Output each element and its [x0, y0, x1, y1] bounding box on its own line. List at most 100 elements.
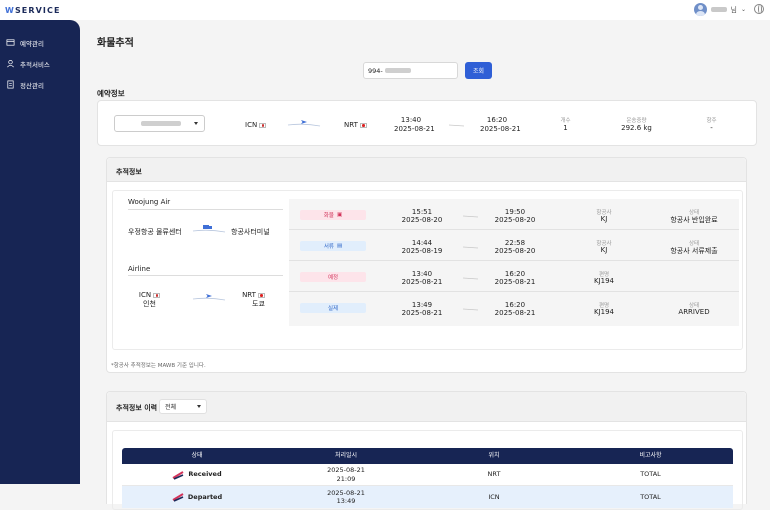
flight-value: - — [710, 124, 713, 132]
airline-to-code: NRT — [241, 291, 266, 299]
japan-flag-icon — [257, 292, 265, 298]
status-value: 항공사 반입완료 — [670, 216, 718, 224]
page-title: 화물추적 — [97, 38, 134, 49]
cargo-tag: 화물 ▣ — [300, 210, 366, 220]
tracking-section-title: 추적정보 — [116, 168, 142, 176]
korea-flag-icon — [153, 292, 161, 298]
airline-to-city: 도쿄 — [252, 300, 265, 308]
history-table-header: 상태 처리일시 위치 비고사항 — [122, 448, 733, 464]
carrier-value: KJ — [600, 246, 608, 254]
start-date: 2025-08-20 — [401, 216, 443, 224]
awb-search-input[interactable]: 994- — [363, 62, 458, 79]
tracking-inner-box: Woojung Air 우정항공 물류센터 항공사터미널 Airline ICN… — [112, 190, 743, 350]
user-suffix: 님 — [730, 5, 737, 14]
box-icon: ▣ — [336, 212, 343, 218]
history-location: NRT — [487, 470, 501, 479]
person-icon — [7, 59, 14, 68]
chevron-down-icon[interactable]: ⌄ — [741, 6, 746, 13]
tracking-status-table: 화물 ▣ 15:51 2025-08-20 19:50 2025-08-20 항공… — [289, 199, 739, 326]
booking-section-title: 예약정보 — [97, 89, 125, 98]
tracking-row: 화물 ▣ 15:51 2025-08-20 19:50 2025-08-20 항공… — [289, 199, 739, 230]
history-time: 21:09 — [336, 474, 356, 483]
sidebar: 예약관리 추적서비스 정산관리 — [0, 20, 80, 484]
folder-icon — [6, 39, 15, 46]
airline-logo-icon — [172, 493, 184, 502]
user-menu[interactable]: 님 ⌄ — [693, 3, 746, 16]
top-header: WSERVICE 님 ⌄ — [0, 0, 770, 20]
flight-value: KJ194 — [593, 277, 614, 285]
col-remark: 비고사항 — [639, 452, 662, 460]
carrier-value: KJ — [600, 215, 608, 223]
col-status: 상태 — [191, 452, 203, 460]
sidebar-item-settlement[interactable]: 정산관리 — [0, 74, 80, 95]
history-date: 2025-08-21 — [327, 466, 365, 475]
status-value: Received — [188, 470, 222, 479]
end-time: 16:20 — [504, 301, 526, 309]
chevron-down-icon — [194, 122, 198, 125]
end-time: 16:20 — [504, 270, 526, 278]
japan-flag-icon — [359, 122, 367, 128]
history-date: 2025-08-21 — [327, 488, 365, 497]
globe-icon[interactable] — [754, 4, 764, 14]
history-remark: TOTAL — [640, 470, 661, 479]
history-remark: TOTAL — [640, 492, 661, 501]
document-icon: ▤ — [336, 243, 343, 249]
redacted-booking — [141, 121, 181, 126]
arrow-right-icon — [463, 308, 479, 311]
sidebar-item-booking[interactable]: 예약관리 — [0, 32, 80, 53]
start-time: 15:51 — [411, 208, 433, 216]
col-datetime: 처리일시 — [334, 452, 358, 460]
arrow-right-icon — [449, 124, 465, 127]
tracking-panel-header — [107, 158, 746, 182]
table-row[interactable]: Received 2025-08-21 21:09 NRT TOTAL — [122, 464, 733, 486]
origin-code: ICN — [245, 121, 267, 129]
arrow-right-icon — [463, 215, 479, 218]
sidebar-item-tracking[interactable]: 추적서비스 — [0, 53, 80, 74]
history-location: ICN — [488, 492, 500, 501]
end-date: 2025-08-20 — [494, 216, 536, 224]
flight-label: 항주 — [706, 118, 717, 124]
airline-from-city: 인천 — [143, 300, 156, 308]
departure-time: 13:40 — [400, 116, 422, 124]
end-time: 22:58 — [504, 239, 526, 247]
history-time: 13:49 — [336, 497, 356, 505]
avatar[interactable] — [693, 3, 707, 16]
user-name-redacted — [710, 7, 727, 12]
document-tag: 서류 ▤ — [300, 241, 366, 251]
tracking-row: 서류 ▤ 14:44 2025-08-19 22:58 2025-08-20 항공… — [289, 230, 739, 261]
divider — [128, 209, 283, 210]
scheduled-tag: 예정 — [300, 272, 366, 282]
arrow-right-icon — [463, 246, 479, 249]
departure-date: 2025-08-21 — [394, 125, 435, 133]
airline-title: Airline — [128, 265, 151, 273]
truck-route-icon — [192, 225, 226, 233]
main-content: 화물추적 994- 조회 예약정보 ICN NRT 13:40 2025-08-… — [80, 20, 770, 510]
arrival-time: 16:20 — [486, 116, 508, 124]
woojung-title: Woojung Air — [128, 198, 171, 206]
tracking-note: *항공사 추적정보는 MAWB 기준 입니다. — [111, 363, 206, 369]
weight-value: 292.6 kg — [621, 124, 652, 132]
table-row[interactable]: Departed 2025-08-21 13:49 ICN TOTAL — [122, 486, 733, 508]
redacted-number — [384, 68, 411, 73]
arrow-right-icon — [463, 277, 479, 280]
logo[interactable]: WSERVICE — [5, 6, 61, 15]
status-value: Departed — [187, 492, 223, 501]
col-location: 위치 — [488, 452, 500, 460]
start-date: 2025-08-21 — [401, 309, 443, 317]
tracking-row: 예정 13:40 2025-08-21 16:20 2025-08-21 편명 … — [289, 261, 739, 292]
sidebar-item-label: 정산관리 — [20, 81, 44, 90]
history-filter-select[interactable]: 전체 — [159, 399, 207, 414]
count-label: 개수 — [560, 118, 571, 124]
status-value: ARRIVED — [678, 308, 710, 316]
sidebar-item-label: 예약관리 — [20, 39, 44, 48]
chevron-down-icon — [197, 405, 201, 408]
start-time: 13:49 — [411, 301, 433, 309]
status-value: 항공사 서류제출 — [670, 247, 718, 255]
plane-route-icon — [192, 294, 226, 301]
booking-select[interactable] — [114, 115, 205, 132]
search-button[interactable]: 조회 — [465, 62, 492, 79]
end-date: 2025-08-20 — [494, 247, 536, 255]
document-icon — [7, 80, 14, 89]
plane-route-icon — [287, 120, 321, 127]
actual-tag: 실제 — [300, 303, 366, 313]
